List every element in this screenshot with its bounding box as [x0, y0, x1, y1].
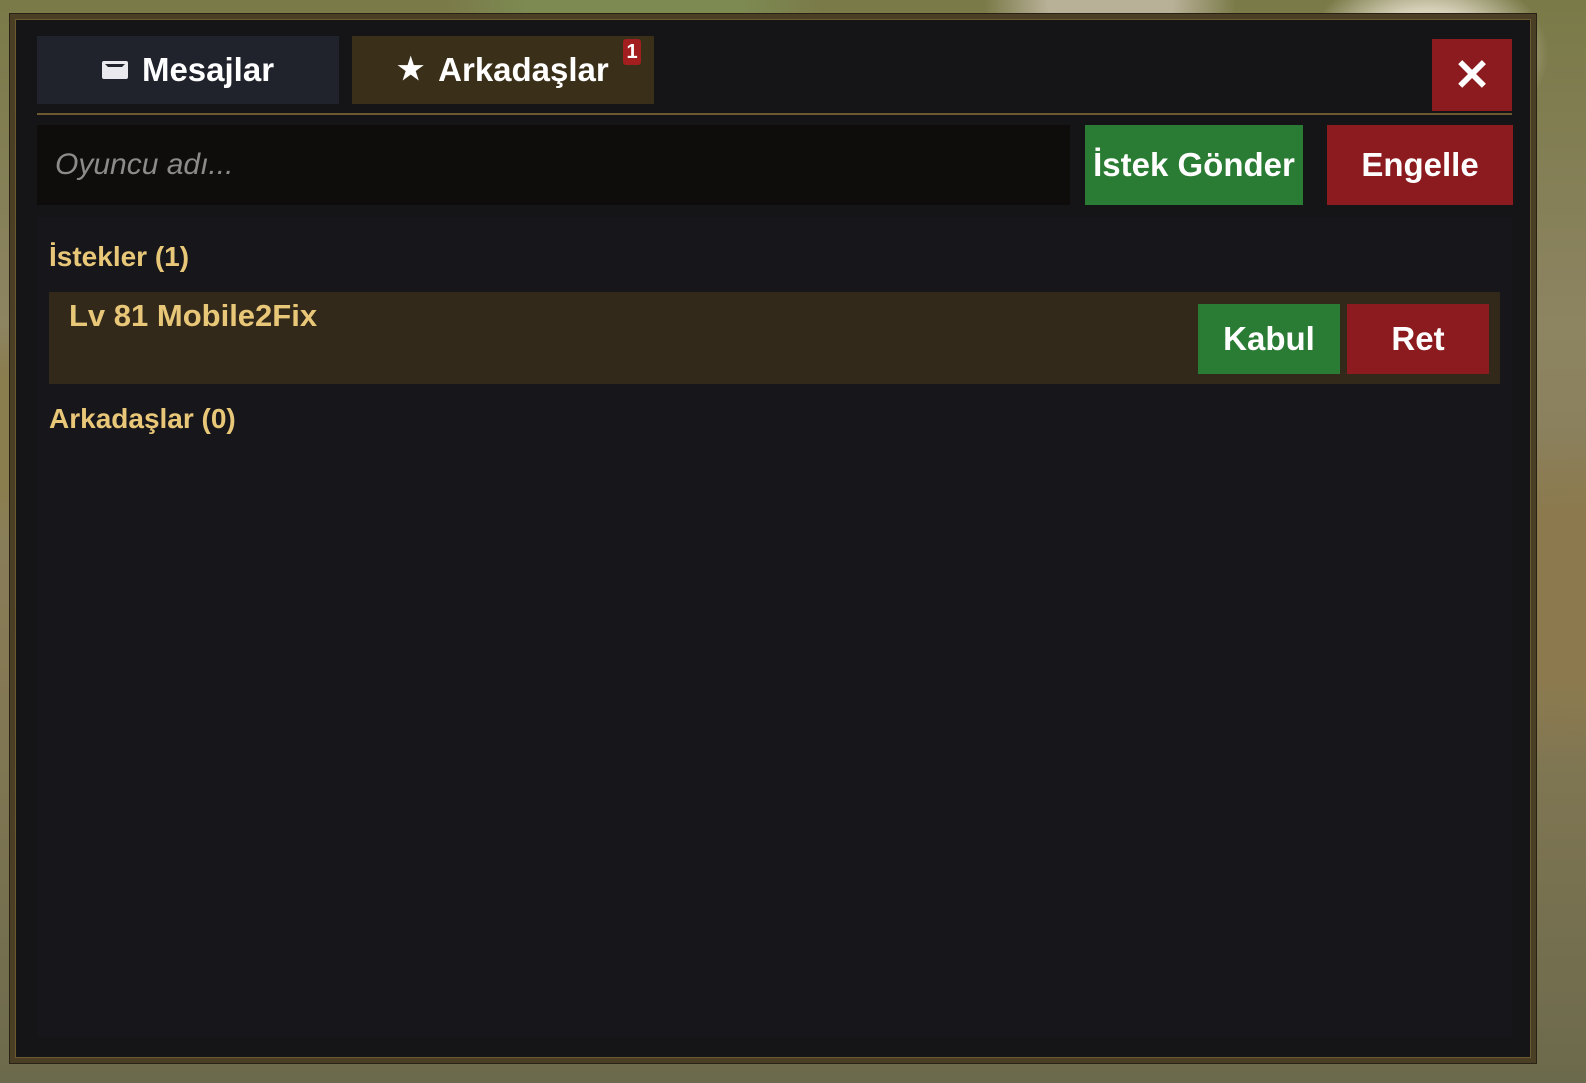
star-icon: ★ [397, 53, 425, 86]
reject-button[interactable]: Ret [1347, 304, 1489, 374]
accept-button[interactable]: Kabul [1198, 304, 1340, 374]
close-button[interactable]: ✕ [1432, 39, 1512, 111]
friends-content: İstekler (1) Lv 81 Mobile2Fix Kabul Ret … [37, 217, 1512, 1037]
tab-messages-label: Mesajlar [141, 51, 275, 88]
friends-window: Mesajlar ★ Arkadaşlar 1 ✕ İstek Gönder E… [10, 14, 1536, 1063]
friends-section-title: Arkadaşlar (0) [49, 403, 236, 434]
block-button[interactable]: Engelle [1327, 125, 1513, 205]
send-request-button[interactable]: İstek Gönder [1085, 125, 1303, 205]
notification-badge: 1 [623, 39, 641, 65]
request-player-name: Lv 81 Mobile2Fix [69, 298, 318, 333]
player-name-input[interactable] [37, 125, 1070, 205]
friend-request-row: Lv 81 Mobile2Fix Kabul Ret [49, 292, 1500, 384]
tab-friends[interactable]: ★ Arkadaşlar [352, 36, 654, 104]
tabs-divider [37, 113, 1512, 115]
mail-icon [101, 61, 128, 79]
tab-friends-label: Arkadaşlar [438, 51, 609, 88]
close-icon: ✕ [1453, 50, 1491, 100]
tab-messages[interactable]: Mesajlar [37, 36, 339, 104]
requests-section-title: İstekler (1) [49, 241, 190, 272]
